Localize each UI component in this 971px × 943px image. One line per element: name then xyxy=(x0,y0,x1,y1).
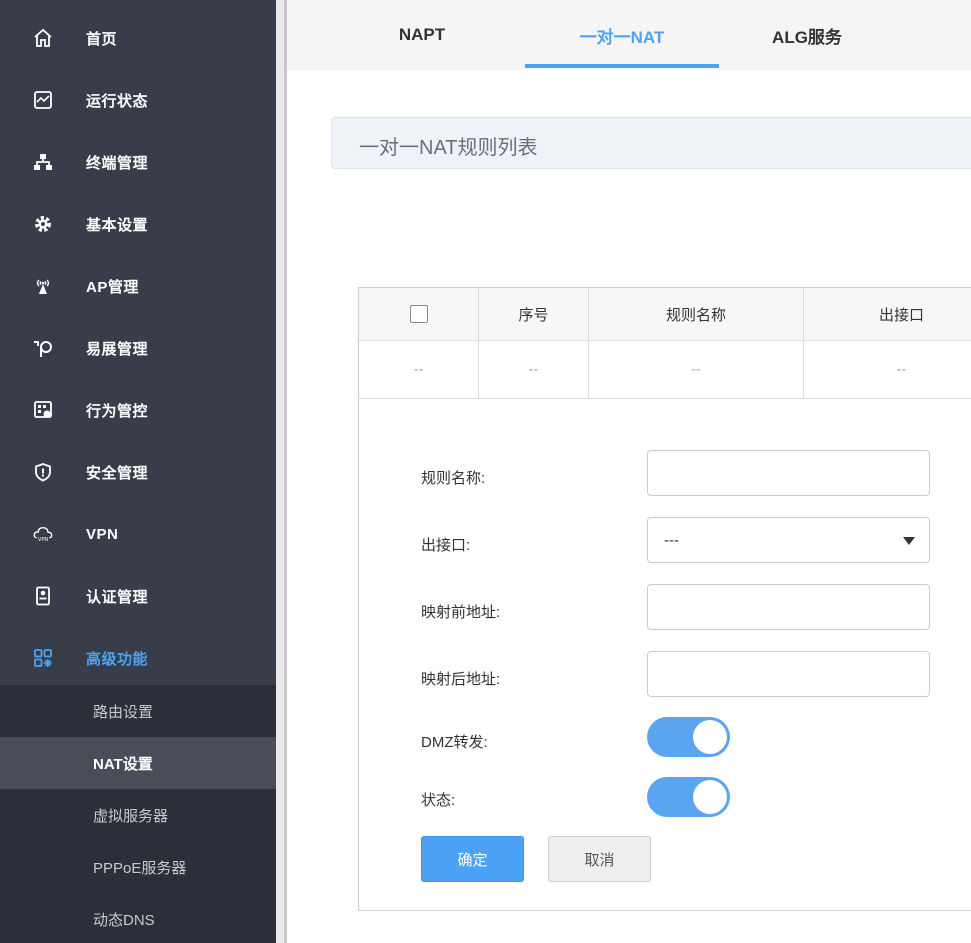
easy-expand-icon xyxy=(33,338,53,358)
section-header: 一对一NAT规则列表 xyxy=(331,117,971,169)
sidebar-item-easy-expand[interactable]: 易展管理 xyxy=(0,317,276,379)
submenu-item-label: 路由设置 xyxy=(93,703,154,721)
sidebar-item-label: 认证管理 xyxy=(86,588,149,606)
gear-icon xyxy=(33,214,53,234)
submenu-item-label: PPPoE服务器 xyxy=(93,859,187,877)
toggle-knob xyxy=(693,780,727,814)
sidebar-item-label: 易展管理 xyxy=(86,340,149,358)
svg-text:VPN: VPN xyxy=(38,537,48,543)
submenu-item-label: NAT设置 xyxy=(93,755,153,773)
vpn-cloud-icon: VPN xyxy=(33,524,53,544)
submenu-item-routing[interactable]: 路由设置 xyxy=(0,685,276,737)
tab-bar: NAPT 一对一NAT ALG服务 xyxy=(287,0,971,70)
dmz-toggle[interactable] xyxy=(647,717,730,757)
sidebar-divider-line xyxy=(284,0,287,943)
out-interface-select[interactable]: --- xyxy=(647,517,930,563)
pre-address-input[interactable] xyxy=(647,584,930,630)
sidebar-item-label: 首页 xyxy=(86,30,118,48)
cancel-button[interactable]: 取消 xyxy=(548,836,651,882)
sidebar-item-label: 安全管理 xyxy=(86,464,149,482)
header-rule-name: 规则名称 xyxy=(589,288,804,340)
rule-name-input[interactable] xyxy=(647,450,930,496)
sidebar-item-label: AP管理 xyxy=(86,278,139,296)
cell-index: -- xyxy=(479,341,589,398)
sidebar-item-basic-settings[interactable]: 基本设置 xyxy=(0,193,276,255)
submenu-item-pppoe-server[interactable]: PPPoE服务器 xyxy=(0,841,276,893)
active-tab-indicator xyxy=(525,64,719,68)
table-header: 序号 规则名称 出接口 xyxy=(359,288,971,341)
network-topology-icon xyxy=(33,152,53,172)
header-select-all xyxy=(359,288,479,340)
sidebar-item-label: 运行状态 xyxy=(86,92,149,110)
dmz-label: DMZ转发: xyxy=(421,734,488,751)
sidebar-item-label: 终端管理 xyxy=(86,154,149,172)
app-window: 首页 运行状态 终端管理 基本设置 AP管理 易展管理 行为管控 安全管理 VP… xyxy=(0,0,971,943)
submenu-item-label: 虚拟服务器 xyxy=(93,807,169,825)
section-title: 一对一NAT规则列表 xyxy=(359,137,538,159)
tab-one-to-one-nat[interactable]: 一对一NAT xyxy=(525,0,719,70)
home-icon xyxy=(33,28,53,48)
sidebar-item-home[interactable]: 首页 xyxy=(0,7,276,69)
post-address-input[interactable] xyxy=(647,651,930,697)
submenu-item-label: 动态DNS xyxy=(93,911,155,929)
out-interface-value: --- xyxy=(664,531,679,549)
wireless-ap-icon xyxy=(33,276,53,296)
status-toggle[interactable] xyxy=(647,777,730,817)
shield-icon xyxy=(33,462,53,482)
cell-select: -- xyxy=(359,341,479,398)
sidebar-divider xyxy=(276,0,284,943)
sidebar-item-label: 行为管控 xyxy=(86,402,149,420)
out-interface-label: 出接口: xyxy=(421,537,471,554)
tab-alg-service[interactable]: ALG服务 xyxy=(737,0,877,70)
sidebar-item-auth[interactable]: 认证管理 xyxy=(0,565,276,627)
sidebar: 首页 运行状态 终端管理 基本设置 AP管理 易展管理 行为管控 安全管理 VP… xyxy=(0,0,276,943)
select-all-checkbox[interactable] xyxy=(409,305,428,323)
sidebar-item-vpn[interactable]: VPN VPN xyxy=(0,503,276,565)
sidebar-item-status[interactable]: 运行状态 xyxy=(0,69,276,131)
rule-panel: 序号 规则名称 出接口 -- -- -- -- 规则名称: 出接口: --- 映… xyxy=(358,287,971,911)
toggle-knob xyxy=(693,720,727,754)
tab-napt[interactable]: NAPT xyxy=(367,0,477,70)
apps-grid-icon xyxy=(33,648,53,668)
cell-rule-name: -- xyxy=(589,341,804,398)
table-row: -- -- -- -- xyxy=(359,341,971,399)
header-index: 序号 xyxy=(479,288,589,340)
pre-address-label: 映射前地址: xyxy=(421,604,501,621)
sidebar-item-advanced[interactable]: 高级功能 xyxy=(0,627,276,689)
sidebar-item-behavior[interactable]: 行为管控 xyxy=(0,379,276,441)
behavior-control-icon xyxy=(33,400,53,420)
id-badge-icon xyxy=(33,586,53,606)
chevron-down-icon xyxy=(903,537,915,545)
status-label: 状态: xyxy=(421,792,456,809)
sidebar-item-terminal[interactable]: 终端管理 xyxy=(0,131,276,193)
sidebar-item-ap[interactable]: AP管理 xyxy=(0,255,276,317)
header-out-interface: 出接口 xyxy=(878,306,924,324)
submenu-item-ddns[interactable]: 动态DNS xyxy=(0,893,276,943)
submenu-advanced: 路由设置 NAT设置 虚拟服务器 PPPoE服务器 动态DNS xyxy=(0,685,276,943)
cell-out-interface: -- xyxy=(896,361,907,378)
sidebar-item-label: VPN xyxy=(86,525,119,543)
sidebar-item-security[interactable]: 安全管理 xyxy=(0,441,276,503)
rule-name-label: 规则名称: xyxy=(421,470,486,487)
submenu-item-virtual-server[interactable]: 虚拟服务器 xyxy=(0,789,276,841)
monitor-chart-icon xyxy=(33,90,53,110)
sidebar-item-label: 高级功能 xyxy=(86,650,149,668)
post-address-label: 映射后地址: xyxy=(421,671,501,688)
confirm-button[interactable]: 确定 xyxy=(421,836,524,882)
submenu-item-nat[interactable]: NAT设置 xyxy=(0,737,276,789)
sidebar-item-label: 基本设置 xyxy=(86,216,149,234)
